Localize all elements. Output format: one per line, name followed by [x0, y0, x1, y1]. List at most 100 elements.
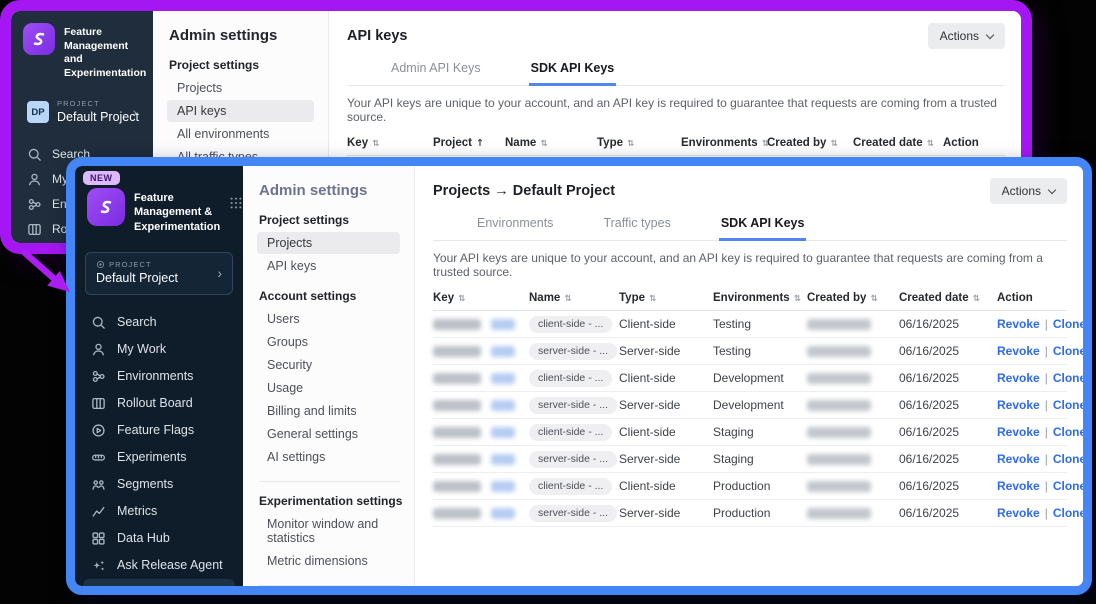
created-date-cell: 06/16/2025	[899, 344, 997, 358]
revoke-link[interactable]: Revoke	[997, 479, 1040, 493]
menu-item-api-keys[interactable]: API keys	[167, 100, 314, 122]
tab-sdk-api-keys[interactable]: SDK API Keys	[529, 57, 617, 86]
sidebar-item-segments[interactable]: Segments	[83, 471, 235, 498]
menu-item-billing-and-limits[interactable]: Billing and limits	[257, 400, 400, 422]
tab-admin-api-keys[interactable]: Admin API Keys	[389, 57, 483, 86]
menu-item-usage[interactable]: Usage	[257, 377, 400, 399]
action-separator: |	[1045, 317, 1048, 331]
clone-link[interactable]: Clone	[1053, 344, 1086, 358]
redacted-copy-link[interactable]	[491, 400, 515, 411]
redacted-copy-link[interactable]	[491, 373, 515, 384]
tab-sdk-api-keys[interactable]: SDK API Keys	[719, 212, 807, 241]
menu-item-users[interactable]: Users	[257, 308, 400, 330]
rollout-board-icon	[91, 396, 106, 411]
chevron-down-icon	[986, 30, 994, 38]
redacted-copy-link[interactable]	[491, 427, 515, 438]
column-header-created-date[interactable]: Created date⇅	[899, 292, 997, 304]
clone-link[interactable]: Clone	[1053, 398, 1086, 412]
revoke-link[interactable]: Revoke	[997, 344, 1040, 358]
sidebar-item-data-hub[interactable]: Data Hub	[83, 525, 235, 552]
column-header-project[interactable]: Project↑	[433, 137, 505, 149]
user-icon	[27, 172, 42, 187]
column-label: Created by	[807, 292, 866, 304]
revoke-link[interactable]: Revoke	[997, 425, 1040, 439]
sidebar-item-metrics[interactable]: Metrics	[83, 498, 235, 525]
menu-item-projects[interactable]: Projects	[167, 77, 314, 99]
actions-button[interactable]: Actions	[928, 23, 1005, 49]
menu-item-all-environments[interactable]: All environments	[167, 123, 314, 145]
column-header-created-date[interactable]: Created date⇅	[853, 137, 943, 149]
column-label: Action	[997, 292, 1033, 304]
brand-line: Experimentation	[134, 221, 220, 233]
column-label: Environments	[713, 292, 790, 304]
menu-item-security[interactable]: Security	[257, 354, 400, 376]
sidebar-item-experiments[interactable]: Experiments	[83, 444, 235, 471]
revoke-link[interactable]: Revoke	[997, 371, 1040, 385]
column-header-type[interactable]: Type⇅	[619, 292, 713, 304]
column-header-key[interactable]: Key⇅	[433, 292, 529, 304]
menu-item-general-settings[interactable]: General settings	[257, 423, 400, 445]
clone-link[interactable]: Clone	[1053, 506, 1086, 520]
clone-link[interactable]: Clone	[1053, 371, 1086, 385]
tab-environments[interactable]: Environments	[475, 212, 555, 241]
column-header-key[interactable]: Key⇅	[347, 137, 433, 149]
redacted-copy-link[interactable]	[491, 481, 515, 492]
clone-link[interactable]: Clone	[1053, 425, 1086, 439]
redacted-copy-link[interactable]	[491, 319, 515, 330]
project-switcher[interactable]: PROJECT Default Project ›	[85, 252, 233, 295]
type-cell: Client-side	[619, 479, 713, 493]
sidebar-item-my-work[interactable]: My Work	[83, 336, 235, 363]
revoke-link[interactable]: Revoke	[997, 317, 1040, 331]
menu-item-projects[interactable]: Projects	[257, 232, 400, 254]
menu-section-account-settings: Account settings	[259, 289, 414, 303]
tab-traffic-types[interactable]: Traffic types	[601, 212, 672, 241]
clone-link[interactable]: Clone	[1053, 317, 1086, 331]
admin-settings-title: Admin settings	[169, 27, 328, 44]
sort-icon: ⇅	[870, 294, 877, 304]
clone-link[interactable]: Clone	[1053, 479, 1086, 493]
project-switcher[interactable]: DP PROJECT Default Project ›	[21, 95, 143, 130]
key-cell	[433, 506, 529, 520]
clone-link[interactable]: Clone	[1053, 452, 1086, 466]
revoke-link[interactable]: Revoke	[997, 398, 1040, 412]
redacted-created-by	[807, 508, 871, 519]
menu-item-groups[interactable]: Groups	[257, 331, 400, 353]
created-by-cell	[807, 317, 899, 331]
redacted-key	[433, 427, 481, 438]
column-header-environments[interactable]: Environments⇅	[713, 292, 807, 304]
created-date-cell: 06/16/2025	[899, 506, 997, 520]
action-cell: Revoke|Clone	[997, 425, 1086, 439]
redacted-created-by	[807, 427, 871, 438]
api-key-name-pill: client-side - ...	[529, 424, 612, 441]
redacted-copy-link[interactable]	[491, 508, 515, 519]
redacted-copy-link[interactable]	[491, 454, 515, 465]
column-header-name[interactable]: Name⇅	[505, 137, 597, 149]
column-header-name[interactable]: Name⇅	[529, 292, 619, 304]
sidebar-item-rollout-board[interactable]: Rollout Board	[83, 390, 235, 417]
menu-item-api-keys[interactable]: API keys	[257, 255, 400, 277]
key-cell	[433, 452, 529, 466]
redacted-copy-link[interactable]	[491, 346, 515, 357]
sidebar-item-environments[interactable]: Environments	[83, 363, 235, 390]
api-key-name-pill: server-side - ...	[529, 451, 617, 468]
sort-icon: ⇅	[540, 139, 547, 149]
key-cell	[433, 344, 529, 358]
revoke-link[interactable]: Revoke	[997, 506, 1040, 520]
menu-item-monitor-window-and-statistics[interactable]: Monitor window and statistics	[257, 513, 400, 549]
sidebar-item-fme-settings[interactable]: FME Settings	[83, 579, 235, 595]
action-cell: Revoke|Clone	[997, 371, 1086, 385]
menu-item-metric-dimensions[interactable]: Metric dimensions	[257, 550, 400, 572]
actions-button[interactable]: Actions	[990, 178, 1067, 204]
menu-item-ai-settings[interactable]: AI settings	[257, 446, 400, 468]
apps-grid-icon[interactable]	[229, 188, 243, 210]
revoke-link[interactable]: Revoke	[997, 452, 1040, 466]
name-cell: server-side - ...	[529, 343, 619, 360]
table-row: client-side - ...Client-sideDevelopment0…	[433, 365, 1067, 392]
column-header-type[interactable]: Type⇅	[597, 137, 681, 149]
sidebar-item-feature-flags[interactable]: Feature Flags	[83, 417, 235, 444]
sidebar-item-ask-release-agent[interactable]: Ask Release Agent	[83, 552, 235, 579]
column-header-environments[interactable]: Environments⇅	[681, 137, 767, 149]
column-header-created-by[interactable]: Created by⇅	[767, 137, 853, 149]
sidebar-item-search[interactable]: Search	[83, 309, 235, 336]
column-header-created-by[interactable]: Created by ⇅	[807, 292, 899, 304]
